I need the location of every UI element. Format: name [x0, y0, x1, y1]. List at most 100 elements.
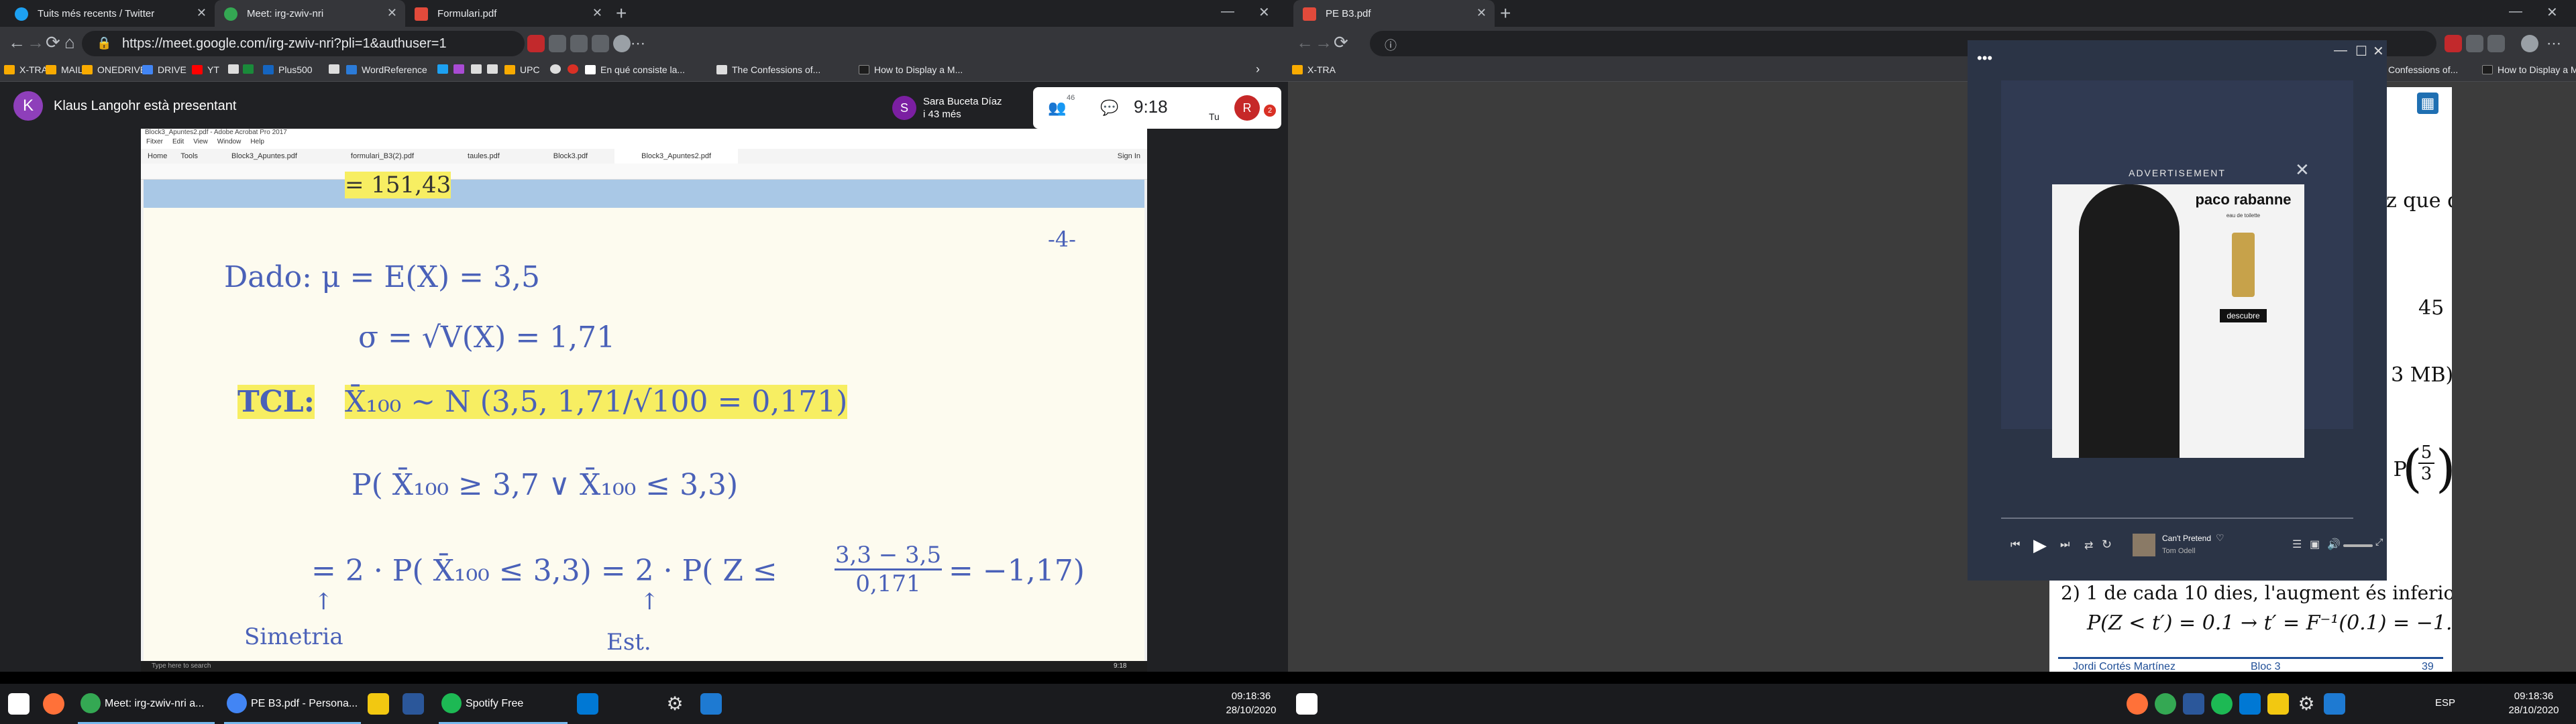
windows-icon[interactable] [1296, 693, 1318, 715]
acrobat-home[interactable]: Home [141, 149, 174, 164]
close-icon[interactable]: ✕ [197, 6, 207, 20]
acrobat-tools[interactable]: Tools [174, 149, 205, 164]
gear-icon[interactable]: ⚙ [664, 693, 686, 715]
devices-icon[interactable]: ▣ [2310, 538, 2320, 551]
acrobat-doc-tab[interactable]: Block3.pdf [527, 149, 614, 164]
bookmark[interactable]: X-TRA [1292, 64, 1336, 75]
tab-pdf[interactable]: PE B3.pdf ✕ [1293, 0, 1495, 27]
close-button[interactable]: ✕ [2373, 43, 2384, 60]
bookmark[interactable] [228, 64, 244, 74]
taskbar-app-meet[interactable]: Meet: irg-zwiv-nri a... [75, 684, 217, 724]
close-icon[interactable]: ✕ [387, 6, 397, 20]
bookmark[interactable]: DRIVE [142, 64, 186, 75]
menu-icon[interactable]: ⋯ [631, 35, 645, 52]
bookmark[interactable]: Plus500 [263, 64, 313, 75]
ad-banner[interactable]: paco rabanne eau de toilette descubre [2052, 184, 2304, 458]
taskbar-clock[interactable]: 09:18:36 28/10/2020 [2504, 689, 2564, 717]
expand-icon[interactable]: ⤢ [2375, 536, 2383, 548]
profile-icon[interactable] [2521, 35, 2538, 52]
forward-button[interactable]: → [1315, 32, 1332, 53]
bookmark[interactable]: ONEDRIVE [82, 64, 146, 75]
close-window-button[interactable]: ✕ [2546, 4, 2558, 21]
back-button[interactable]: ← [8, 32, 25, 53]
next-icon[interactable]: ⏭ [2060, 539, 2070, 551]
language-indicator[interactable]: ESP [2435, 697, 2455, 709]
firefox-icon[interactable] [43, 693, 64, 715]
play-icon[interactable]: ▶ [2033, 535, 2047, 556]
forward-button[interactable]: → [27, 32, 44, 53]
bookmark[interactable]: How to Display a M... [859, 64, 963, 75]
tab-twitter[interactable]: Tuits més recents / Twitter ✕ [5, 0, 215, 27]
extension-icon[interactable] [570, 35, 588, 52]
extension-icon[interactable] [2445, 35, 2462, 52]
menu-item[interactable]: Window [217, 138, 241, 149]
tab-meet[interactable]: Meet: irg-zwiv-nri ✕ [215, 0, 405, 27]
bookmark[interactable] [471, 64, 486, 74]
chevron-right-icon[interactable]: › [1256, 62, 1260, 76]
bookmark[interactable] [453, 64, 469, 74]
bookmark[interactable]: En qué consiste la... [585, 64, 685, 75]
bookmark[interactable] [568, 64, 583, 74]
taskbar-clock[interactable]: 09:18:36 28/10/2020 [1221, 689, 1281, 717]
acrobat-doc-tab[interactable]: Block3_Apuntes.pdf [205, 149, 324, 164]
ad-cta-button[interactable]: descubre [2220, 309, 2267, 322]
bookmark[interactable]: MAIL [46, 64, 83, 75]
bookmark[interactable] [487, 64, 502, 74]
close-icon[interactable]: ✕ [592, 6, 602, 20]
close-window-button[interactable]: ✕ [1258, 4, 1270, 21]
acrobat-doc-tab[interactable]: Block3_Apuntes2.pdf [614, 149, 739, 164]
chrome-icon[interactable] [2155, 693, 2176, 715]
self-avatar[interactable]: R [1234, 95, 1260, 121]
word-icon[interactable] [402, 693, 424, 715]
bookmark[interactable]: X-TRA [4, 64, 48, 75]
minimize-button[interactable]: — [2334, 43, 2347, 58]
close-ad-icon[interactable]: ✕ [2295, 160, 2310, 180]
acrobat-doc-tab[interactable]: taules.pdf [441, 149, 527, 164]
profile-icon[interactable] [613, 35, 631, 52]
close-icon[interactable]: ✕ [1477, 6, 1487, 20]
extension-icon[interactable] [2466, 35, 2483, 52]
file-explorer-icon[interactable] [368, 693, 389, 715]
file-explorer-icon[interactable] [2267, 693, 2289, 715]
vscode-icon[interactable] [700, 693, 722, 715]
bookmark[interactable] [550, 64, 566, 74]
collections-icon[interactable] [592, 35, 609, 52]
menu-item[interactable]: Help [250, 138, 264, 149]
bookmark[interactable]: UPC [504, 64, 540, 75]
heart-icon[interactable]: ♡ [2216, 532, 2224, 544]
reload-button[interactable]: ⟳ [46, 32, 60, 53]
word-icon[interactable] [2183, 693, 2204, 715]
mail-icon[interactable] [2239, 693, 2261, 715]
participant-chip[interactable]: S Sara Buceta Díaz i 43 més [885, 87, 1033, 129]
taskbar-app-spotify[interactable]: Spotify Free [436, 684, 570, 724]
bookmark[interactable]: YT [192, 64, 219, 75]
new-tab-button[interactable]: + [1500, 3, 1511, 24]
menu-item[interactable]: View [193, 138, 208, 149]
bookmark[interactable]: WordReference [346, 64, 427, 75]
minimize-button[interactable]: — [1221, 4, 1234, 19]
minimize-button[interactable]: — [2509, 4, 2522, 19]
home-button[interactable]: ⌂ [64, 32, 75, 53]
acrobat-doc-tab[interactable]: formulari_B3(2).pdf [324, 149, 441, 164]
menu-item[interactable]: Edit [172, 138, 184, 149]
acrobat-signin[interactable]: Sign In [1111, 149, 1147, 164]
tab-formulari[interactable]: Formulari.pdf ✕ [405, 0, 610, 27]
repeat-icon[interactable]: ↻ [2102, 538, 2112, 552]
bookmark[interactable] [329, 64, 344, 74]
collections-icon[interactable] [2487, 35, 2505, 52]
reload-button[interactable]: ⟳ [1334, 32, 1348, 53]
previous-icon[interactable]: ⏮ [2010, 539, 2020, 551]
menu-icon[interactable]: ⋯ [2546, 35, 2561, 52]
menu-item[interactable]: Fitxer [146, 138, 163, 149]
chat-icon[interactable]: 💬 [1100, 99, 1118, 117]
album-art[interactable] [2133, 534, 2155, 556]
bookmark[interactable]: Confessions of... [2388, 64, 2458, 75]
track-artist[interactable]: Tom Odell [2162, 547, 2196, 555]
back-button[interactable]: ← [1296, 32, 1313, 53]
taskbar-app-pdf[interactable]: PE B3.pdf - Persona... [221, 684, 364, 724]
bookmark[interactable]: How to Display a M... [2482, 64, 2576, 75]
bookmark[interactable] [437, 64, 453, 74]
bookmark[interactable] [243, 64, 258, 74]
windows-icon[interactable] [8, 693, 30, 715]
firefox-icon[interactable] [2127, 693, 2148, 715]
